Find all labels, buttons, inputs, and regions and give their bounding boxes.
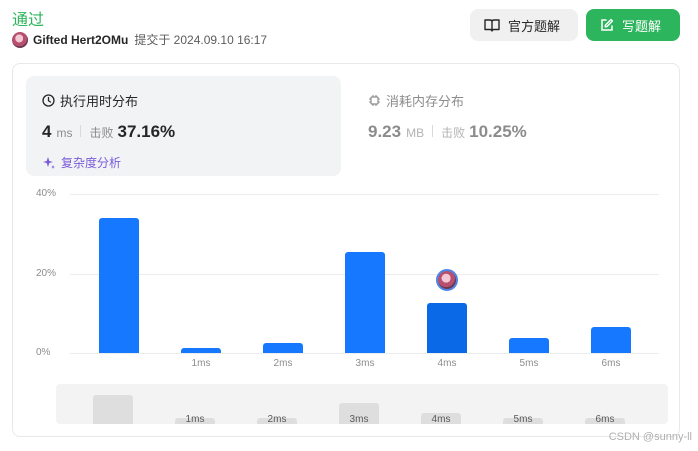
write-solution-label: 写题解 bbox=[622, 18, 662, 34]
runtime-unit: ms bbox=[56, 126, 73, 140]
chart-bar[interactable] bbox=[263, 343, 303, 353]
runtime-title: 执行用时分布 bbox=[42, 91, 138, 110]
memory-value: 9.23 bbox=[368, 122, 402, 141]
book-icon bbox=[484, 19, 500, 32]
watermark: CSDN @sunny-ll bbox=[608, 431, 692, 443]
memory-title: 消耗内存分布 bbox=[368, 91, 464, 110]
gridline bbox=[70, 353, 659, 354]
chart-bar[interactable] bbox=[427, 302, 467, 353]
official-solution-label: 官方题解 bbox=[508, 18, 561, 34]
navigator-bar bbox=[93, 395, 133, 424]
my-submission-marker[interactable] bbox=[436, 268, 458, 291]
avatar[interactable] bbox=[12, 31, 28, 48]
runtime-beats-pct: 37.16% bbox=[117, 122, 176, 141]
submission-info: Gifted Hert2OMu 提交于 2024.09.10 16:17 bbox=[12, 31, 267, 48]
edit-icon bbox=[601, 18, 614, 31]
runtime-panel[interactable]: 执行用时分布 4 ms 击败 37.16% 复杂度分析 bbox=[26, 76, 341, 176]
chip-icon bbox=[369, 95, 380, 106]
gridline bbox=[70, 194, 659, 195]
chart-bar[interactable] bbox=[509, 337, 549, 353]
runtime-beats-label: 击败 bbox=[89, 126, 114, 140]
user-name[interactable]: Gifted Hert2OMu bbox=[33, 33, 128, 47]
memory-metric: 9.23 MB 击败 10.25% bbox=[368, 122, 527, 142]
chart-bar[interactable] bbox=[345, 252, 385, 353]
status-label: 通过 bbox=[12, 12, 45, 29]
chart-bar[interactable] bbox=[181, 347, 221, 353]
memory-beats-pct: 10.25% bbox=[469, 122, 527, 141]
navigator-label: 2ms bbox=[267, 414, 287, 424]
clock-icon bbox=[42, 94, 55, 107]
x-tick-label: 4ms bbox=[437, 358, 457, 369]
sparkle-icon bbox=[43, 156, 55, 169]
complexity-analysis-label: 复杂度分析 bbox=[61, 156, 122, 170]
result-card: 执行用时分布 4 ms 击败 37.16% 复杂度分析 消耗内存分布 9.23 bbox=[12, 63, 680, 437]
y-tick-label: 40% bbox=[36, 188, 57, 199]
submitted-time: 提交于 2024.09.10 16:17 bbox=[134, 33, 268, 47]
navigator-label: 6ms bbox=[595, 414, 615, 424]
x-tick-label: 5ms bbox=[519, 358, 539, 369]
write-solution-button[interactable]: 写题解 bbox=[586, 9, 680, 41]
memory-unit: MB bbox=[406, 126, 425, 140]
y-tick-label: 20% bbox=[36, 267, 57, 279]
navigator-label: 3ms bbox=[349, 414, 369, 424]
memory-beats-label: 击败 bbox=[441, 126, 466, 140]
official-solution-button[interactable]: 官方题解 bbox=[470, 9, 578, 41]
divider bbox=[432, 125, 434, 137]
runtime-metric: 4 ms 击败 37.16% bbox=[42, 122, 175, 142]
divider bbox=[80, 125, 82, 137]
memory-panel[interactable]: 消耗内存分布 9.23 MB 击败 10.25% bbox=[358, 76, 658, 176]
chart-bar[interactable] bbox=[99, 217, 139, 353]
x-tick-label: 6ms bbox=[601, 358, 621, 369]
chart-bar[interactable] bbox=[591, 326, 631, 353]
navigator-label: 1ms bbox=[185, 414, 205, 424]
memory-title-text: 消耗内存分布 bbox=[386, 94, 465, 109]
complexity-analysis-link[interactable]: 复杂度分析 bbox=[42, 154, 121, 171]
navigator-label: 5ms bbox=[513, 414, 533, 424]
runtime-value: 4 bbox=[42, 122, 52, 141]
x-tick-label: 3ms bbox=[355, 358, 375, 369]
y-tick-label: 0% bbox=[36, 347, 51, 358]
x-tick-label: 1ms bbox=[191, 358, 211, 369]
chart-navigator[interactable]: 1ms 2ms 3ms 4ms 5ms 6ms bbox=[56, 384, 668, 424]
runtime-title-text: 执行用时分布 bbox=[60, 94, 139, 109]
x-tick-label: 2ms bbox=[273, 358, 293, 369]
navigator-label: 4ms bbox=[431, 414, 451, 424]
